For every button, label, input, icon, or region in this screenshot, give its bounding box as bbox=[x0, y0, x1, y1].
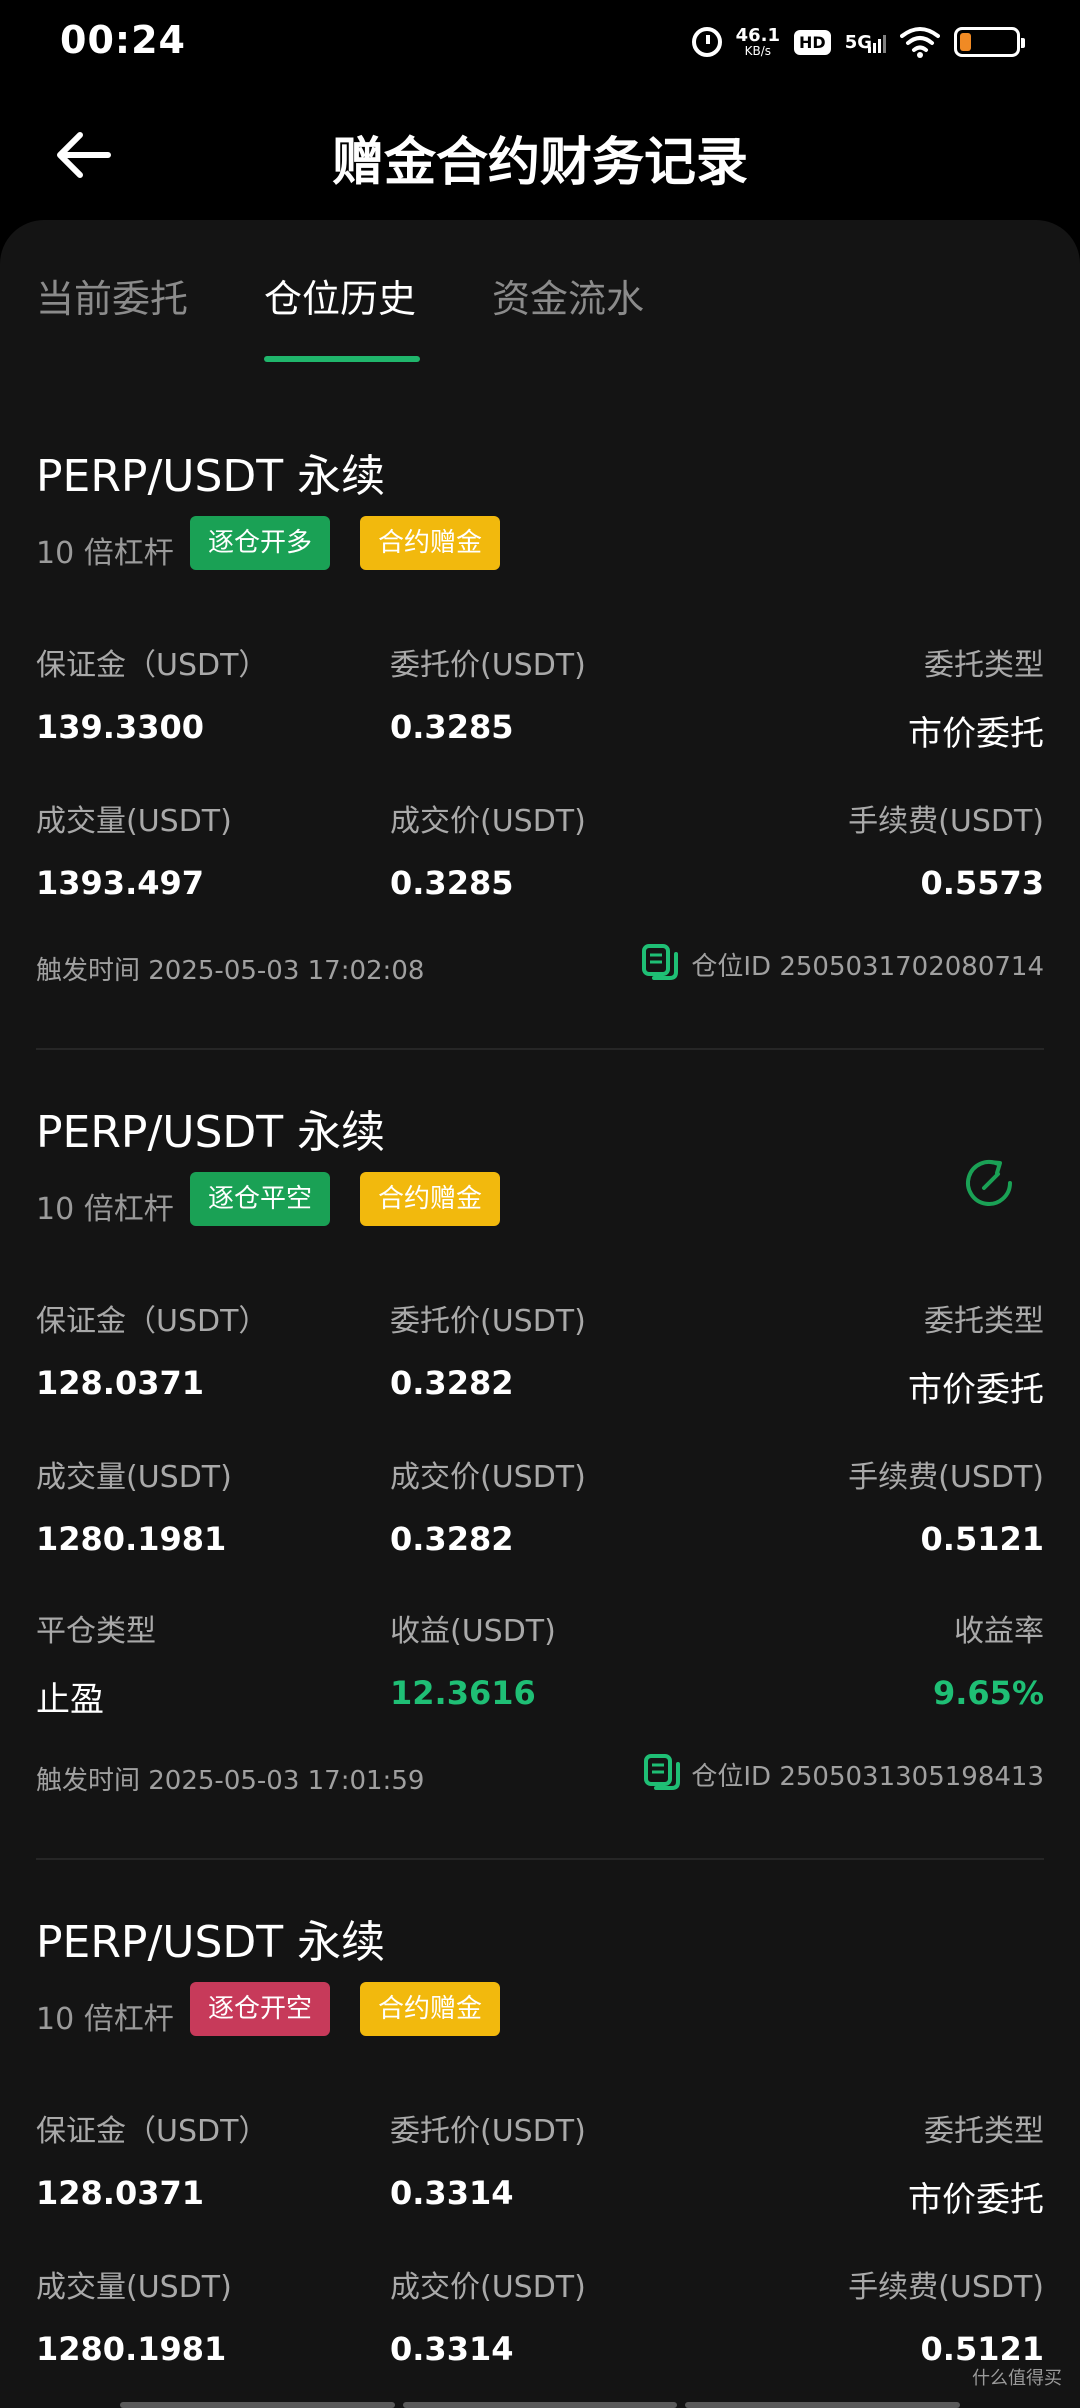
wifi-icon bbox=[900, 27, 940, 58]
fee-value: 0.5121 bbox=[920, 2330, 1044, 2368]
status-bar: 00:24 46.1 KB/s HD 5G bbox=[0, 0, 1080, 80]
tab-fund-flow[interactable]: 资金流水 bbox=[492, 268, 644, 323]
content-panel: 当前委托 仓位历史 资金流水 PERP/USDT 永续 10 倍杠杆 逐仓开多 … bbox=[0, 220, 1080, 2408]
status-time: 00:24 bbox=[60, 18, 186, 62]
order-price-value: 0.3282 bbox=[390, 1364, 514, 1402]
fee-value: 0.5121 bbox=[920, 1520, 1044, 1558]
order-type-label: 委托类型 bbox=[924, 2114, 1044, 2149]
trading-pair: PERP/USDT 永续 bbox=[36, 1917, 386, 1968]
tab-current-orders[interactable]: 当前委托 bbox=[36, 268, 188, 323]
leverage: 10 倍杠杆 bbox=[36, 1192, 174, 1227]
bonus-tag: 合约赠金 bbox=[360, 1982, 501, 2036]
leverage: 10 倍杠杆 bbox=[36, 536, 174, 571]
net-speed-unit: KB/s bbox=[744, 44, 771, 58]
margin-label: 保证金（USDT） bbox=[36, 2114, 269, 2149]
order-price-value: 0.3314 bbox=[390, 2174, 514, 2212]
order-type-value: 市价委托 bbox=[908, 2180, 1044, 2220]
fill-price-value: 0.3285 bbox=[390, 864, 514, 902]
trigger-time: 触发时间 2025-05-03 17:02:08 bbox=[36, 956, 425, 986]
network-speed: 46.1 KB/s bbox=[735, 25, 781, 58]
volume-value: 1280.1981 bbox=[36, 2330, 227, 2368]
close-type-value: 止盈 bbox=[36, 1680, 104, 1720]
tab-bar: 当前委托 仓位历史 资金流水 bbox=[0, 220, 1080, 362]
tab-active-indicator bbox=[264, 356, 420, 362]
copy-id-icon[interactable] bbox=[640, 942, 680, 982]
margin-value: 139.3300 bbox=[36, 708, 205, 746]
order-price-value: 0.3285 bbox=[390, 708, 514, 746]
battery-level bbox=[960, 33, 971, 51]
alarm-icon bbox=[691, 27, 722, 57]
tab-position-history[interactable]: 仓位历史 bbox=[264, 268, 416, 323]
share-icon[interactable] bbox=[960, 1154, 1018, 1212]
fill-price-label: 成交价(USDT) bbox=[390, 2270, 586, 2305]
side-tag: 逐仓平空 bbox=[190, 1172, 331, 1226]
position-record-card[interactable]: PERP/USDT 永续 10 倍杠杆 逐仓平空 合约赠金 保证金（USDT） … bbox=[36, 1096, 1044, 1796]
close-type-label: 平仓类型 bbox=[36, 1614, 156, 1649]
order-price-label: 委托价(USDT) bbox=[390, 2114, 586, 2149]
side-tag: 逐仓开多 bbox=[190, 516, 331, 570]
hd-icon: HD bbox=[794, 29, 831, 55]
copy-id-icon[interactable] bbox=[642, 1752, 682, 1792]
signal-icon: 5G bbox=[845, 32, 886, 53]
pnl-label: 收益(USDT) bbox=[390, 1614, 556, 1649]
scroll-indicator bbox=[120, 2402, 961, 2408]
position-id: 仓位ID 2505031702080714 bbox=[691, 952, 1044, 982]
page-title: 赠金合约财务记录 bbox=[331, 133, 748, 193]
order-type-value: 市价委托 bbox=[908, 1370, 1044, 1410]
status-icons: 46.1 KB/s HD 5G bbox=[691, 20, 1025, 64]
side-tag: 逐仓开空 bbox=[190, 1982, 331, 2036]
bonus-tag: 合约赠金 bbox=[360, 516, 501, 570]
position-id: 仓位ID 2505031305198413 bbox=[691, 1762, 1044, 1792]
fill-price-value: 0.3314 bbox=[390, 2330, 514, 2368]
position-record-card[interactable]: PERP/USDT 永续 10 倍杠杆 逐仓开空 合约赠金 保证金（USDT） … bbox=[36, 1906, 1044, 2406]
margin-value: 128.0371 bbox=[36, 1364, 205, 1402]
margin-label: 保证金（USDT） bbox=[36, 1304, 269, 1339]
margin-value: 128.0371 bbox=[36, 2174, 205, 2212]
pnl-value: 12.3616 bbox=[390, 1674, 536, 1712]
header: 赠金合约财务记录 bbox=[0, 80, 1080, 220]
order-type-value: 市价委托 bbox=[908, 714, 1044, 754]
fee-label: 手续费(USDT) bbox=[848, 1460, 1044, 1495]
order-price-label: 委托价(USDT) bbox=[390, 1304, 586, 1339]
order-type-label: 委托类型 bbox=[924, 1304, 1044, 1339]
volume-value: 1280.1981 bbox=[36, 1520, 227, 1558]
battery-icon bbox=[954, 27, 1025, 57]
fill-price-value: 0.3282 bbox=[390, 1520, 514, 1558]
fill-price-label: 成交价(USDT) bbox=[390, 804, 586, 839]
watermark: 什么值得买 bbox=[972, 2368, 1062, 2389]
pnl-rate-value: 9.65% bbox=[932, 1674, 1044, 1712]
trading-pair: PERP/USDT 永续 bbox=[36, 451, 386, 502]
position-record-card[interactable]: PERP/USDT 永续 10 倍杠杆 逐仓开多 合约赠金 保证金（USDT） … bbox=[36, 440, 1044, 986]
divider bbox=[36, 1048, 1044, 1050]
bonus-tag: 合约赠金 bbox=[360, 1172, 501, 1226]
fee-label: 手续费(USDT) bbox=[848, 804, 1044, 839]
pnl-rate-label: 收益率 bbox=[954, 1614, 1044, 1649]
leverage: 10 倍杠杆 bbox=[36, 2002, 174, 2037]
volume-label: 成交量(USDT) bbox=[36, 1460, 232, 1495]
trading-pair: PERP/USDT 永续 bbox=[36, 1107, 386, 1158]
volume-label: 成交量(USDT) bbox=[36, 2270, 232, 2305]
fee-label: 手续费(USDT) bbox=[848, 2270, 1044, 2305]
order-type-label: 委托类型 bbox=[924, 648, 1044, 683]
margin-label: 保证金（USDT） bbox=[36, 648, 269, 683]
order-price-label: 委托价(USDT) bbox=[390, 648, 586, 683]
fill-price-label: 成交价(USDT) bbox=[390, 1460, 586, 1495]
volume-value: 1393.497 bbox=[36, 864, 205, 902]
net-speed-value: 46.1 bbox=[735, 25, 781, 46]
trigger-time: 触发时间 2025-05-03 17:01:59 bbox=[36, 1766, 425, 1796]
volume-label: 成交量(USDT) bbox=[36, 804, 232, 839]
divider bbox=[36, 1858, 1044, 1860]
fee-value: 0.5573 bbox=[920, 864, 1044, 902]
